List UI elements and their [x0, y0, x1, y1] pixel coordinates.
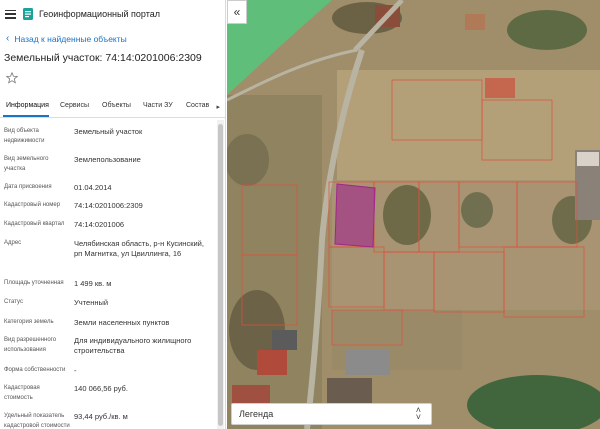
tab-info[interactable]: Информация	[6, 102, 49, 109]
property-value: -	[74, 366, 77, 375]
property-row: Кадастровый номер 74:14:0201006:2309	[4, 201, 214, 211]
property-value: Земельный участок	[74, 127, 143, 136]
chevron-left-icon: ‹	[6, 33, 10, 44]
property-label: Кадастровый квартал	[4, 221, 65, 227]
satellite-imagery	[227, 0, 600, 429]
star-icon[interactable]	[6, 72, 18, 84]
property-value: 74:14:0201006:2309	[74, 201, 143, 210]
property-label: Вид земельного участка	[4, 156, 49, 172]
property-value: Для индивидуального жилищного строительс…	[74, 336, 192, 355]
collapse-panel-button[interactable]: «	[227, 0, 247, 24]
property-row: Форма собственности -	[4, 366, 214, 376]
back-link[interactable]: ‹ Назад к найденные объекты	[6, 33, 127, 45]
property-row: Удельный показатель кадастровой стоимост…	[4, 412, 214, 429]
tab-bar: Информация Сервисы Объекты Части ЗУ Сост…	[0, 98, 225, 118]
property-label: Кадастровый номер	[4, 202, 61, 208]
property-row: Вид разрешенного использования Для индив…	[4, 336, 214, 358]
tab-objects[interactable]: Объекты	[102, 102, 131, 109]
property-row: Дата присвоения 01.04.2014	[4, 183, 214, 193]
property-value: Землепользование	[74, 155, 141, 164]
scrollbar-thumb[interactable]	[218, 124, 223, 426]
tab-services[interactable]: Сервисы	[60, 102, 89, 109]
property-label: Вид разрешенного использования	[4, 337, 57, 353]
tab-composition[interactable]: Состав	[186, 102, 209, 109]
top-bar: Геоинформационный портал	[0, 0, 225, 28]
property-row: Вид объекта недвижимости Земельный участ…	[4, 127, 214, 147]
property-label: Категория земель	[4, 319, 54, 325]
property-value: 140 066,56 руб.	[74, 384, 128, 393]
property-value: Челябинская область, р-н Кусинский, рп М…	[74, 239, 204, 258]
property-row: Кадастровая стоимость 140 066,56 руб.	[4, 384, 214, 404]
property-label: Вид объекта недвижимости	[4, 128, 45, 144]
tab-active-indicator	[3, 115, 49, 117]
property-label: Дата присвоения	[4, 184, 52, 190]
back-link-label: Назад к найденные объекты	[14, 34, 127, 44]
property-label: Форма собственности	[4, 367, 66, 373]
property-label: Статус	[4, 299, 23, 305]
property-value: 01.04.2014	[74, 183, 112, 192]
property-value: 93,44 руб./кв. м	[74, 412, 128, 421]
property-label: Площадь уточненная	[4, 280, 64, 286]
property-row: Площадь уточненная 1 499 кв. м	[4, 279, 214, 289]
tab-parts[interactable]: Части ЗУ	[143, 102, 173, 109]
property-row: Кадастровый квартал 74:14:0201006	[4, 220, 214, 230]
menu-icon[interactable]	[5, 9, 16, 19]
property-row: Категория земель Земли населенных пункто…	[4, 318, 214, 328]
property-row: Статус Учтенный	[4, 298, 214, 308]
property-row: Адрес Челябинская область, р-н Кусинский…	[4, 239, 214, 271]
tabs-scroll-right-icon[interactable]: ▸	[216, 103, 220, 111]
property-label: Удельный показатель кадастровой стоимост…	[4, 413, 70, 429]
map-view[interactable]	[227, 0, 600, 429]
portal-logo	[23, 8, 33, 20]
property-value: 74:14:0201006	[74, 220, 125, 229]
property-value: Земли населенных пунктов	[74, 318, 170, 327]
property-label: Адрес	[4, 240, 22, 246]
selected-parcel[interactable]	[334, 183, 376, 248]
property-row: Вид земельного участка Землепользование	[4, 155, 214, 175]
property-value: 1 499 кв. м	[74, 279, 112, 288]
chevron-updown-icon: ˄ ˅	[415, 405, 421, 422]
panel-scrollbar[interactable]	[217, 120, 224, 429]
legend-label: Легенда	[239, 409, 274, 419]
property-label: Кадастровая стоимость	[4, 385, 40, 401]
side-panel: Геоинформационный портал ‹ Назад к найде…	[0, 0, 226, 429]
legend-dropdown[interactable]: Легенда ˄ ˅	[231, 403, 432, 425]
app-title: Геоинформационный портал	[39, 9, 160, 19]
page-title: Земельный участок: 74:14:0201006:2309	[4, 52, 202, 64]
property-value: Учтенный	[74, 298, 109, 307]
